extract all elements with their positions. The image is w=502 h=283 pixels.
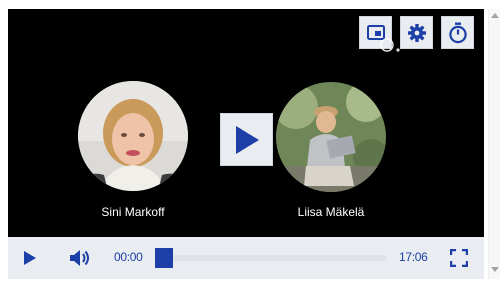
page: Sini Markoff Liisa Mäkelä 00:00 17:06 — [0, 0, 502, 283]
video-area[interactable]: Sini Markoff Liisa Mäkelä — [8, 9, 484, 237]
gear-icon — [407, 23, 426, 42]
progress-handle[interactable] — [155, 248, 173, 268]
volume-icon — [70, 250, 89, 266]
scroll-up-arrow-icon[interactable] — [491, 13, 499, 18]
fullscreen-button[interactable] — [449, 248, 469, 268]
speaker-avatar-1 — [78, 81, 188, 191]
video-player: Sini Markoff Liisa Mäkelä 00:00 17:06 — [8, 9, 484, 279]
current-time: 00:00 — [114, 250, 143, 264]
big-play-button[interactable] — [220, 113, 273, 166]
settings-button[interactable] — [400, 16, 433, 49]
play-icon — [24, 251, 36, 265]
duration: 17:06 — [399, 250, 428, 264]
timer-button[interactable] — [441, 16, 474, 49]
stopwatch-icon — [448, 22, 467, 43]
page-scrollbar[interactable] — [488, 9, 500, 279]
speaker-name-2: Liisa Mäkelä — [297, 205, 365, 219]
speaker-name-1: Sini Markoff — [101, 205, 165, 219]
speaker-avatar-2 — [276, 82, 386, 192]
play-icon — [235, 125, 259, 154]
loading-cursor-icon — [380, 38, 400, 52]
progress-track[interactable] — [155, 255, 386, 261]
control-bar: 00:00 17:06 — [8, 237, 484, 279]
play-button[interactable] — [20, 248, 40, 268]
fullscreen-icon — [450, 249, 468, 267]
scroll-down-arrow-icon[interactable] — [491, 267, 499, 272]
volume-button[interactable] — [68, 247, 92, 269]
